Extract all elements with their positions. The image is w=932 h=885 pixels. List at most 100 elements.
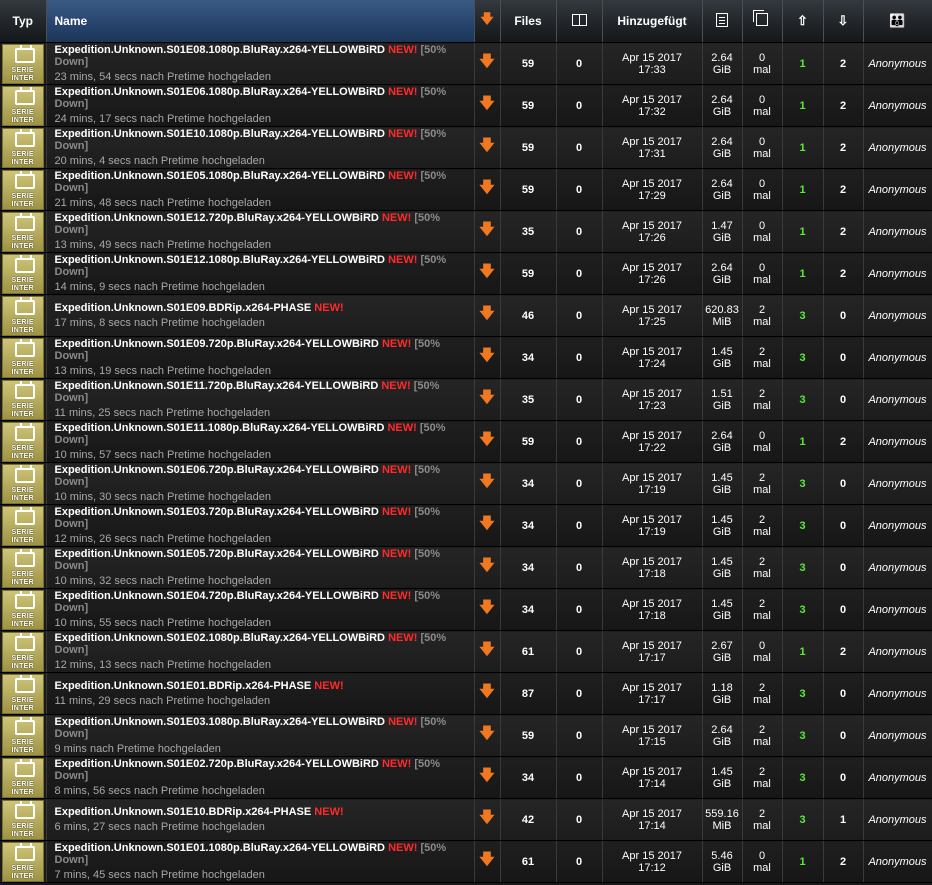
- release-name-link[interactable]: Expedition.Unknown.S01E12.1080p.BluRay.x…: [55, 254, 386, 266]
- snatched-cell[interactable]: 2 mal: [742, 714, 783, 757]
- category-tv-icon[interactable]: SERIE INTER: [1, 589, 44, 630]
- category-cell[interactable]: SERIE INTER: [0, 126, 47, 169]
- seeders-count[interactable]: 3: [782, 588, 824, 631]
- seeders-count[interactable]: 3: [782, 714, 824, 757]
- comments-count[interactable]: 0: [556, 336, 603, 379]
- files-count[interactable]: 34: [500, 462, 557, 505]
- leechers-count[interactable]: 0: [823, 672, 864, 715]
- category-cell[interactable]: SERIE INTER: [0, 84, 47, 127]
- download-arrow-icon[interactable]: 🡇: [479, 137, 494, 154]
- snatched-cell[interactable]: 2 mal: [742, 756, 783, 799]
- leechers-count[interactable]: 2: [823, 252, 864, 295]
- category-tv-icon[interactable]: SERIE INTER: [1, 211, 44, 252]
- files-count[interactable]: 35: [500, 210, 557, 253]
- category-cell[interactable]: SERIE INTER: [0, 210, 47, 253]
- category-cell[interactable]: SERIE INTER: [0, 168, 47, 211]
- release-name-link[interactable]: Expedition.Unknown.S01E12.720p.BluRay.x2…: [55, 212, 379, 224]
- seeders-count[interactable]: 1: [782, 168, 824, 211]
- files-count[interactable]: 59: [500, 126, 557, 169]
- files-count[interactable]: 59: [500, 252, 557, 295]
- files-count[interactable]: 34: [500, 504, 557, 547]
- download-cell[interactable]: 🡇: [474, 714, 501, 757]
- leechers-count[interactable]: 0: [823, 336, 864, 379]
- comments-count[interactable]: 0: [556, 756, 603, 799]
- comments-count[interactable]: 0: [556, 420, 603, 463]
- seeders-count[interactable]: 3: [782, 504, 824, 547]
- release-name-link[interactable]: Expedition.Unknown.S01E06.720p.BluRay.x2…: [55, 464, 379, 476]
- category-cell[interactable]: SERIE INTER: [0, 714, 47, 757]
- category-cell[interactable]: SERIE INTER: [0, 420, 47, 463]
- snatched-cell[interactable]: 0 mal: [742, 420, 783, 463]
- snatched-cell[interactable]: 0 mal: [742, 210, 783, 253]
- comments-count[interactable]: 0: [556, 840, 603, 883]
- category-tv-icon[interactable]: SERIE INTER: [1, 85, 44, 126]
- download-arrow-icon[interactable]: 🡇: [479, 95, 494, 112]
- category-cell[interactable]: SERIE INTER: [0, 630, 47, 673]
- category-cell[interactable]: SERIE INTER: [0, 462, 47, 505]
- category-tv-icon[interactable]: SERIE INTER: [1, 295, 44, 336]
- release-name-link[interactable]: Expedition.Unknown.S01E03.720p.BluRay.x2…: [55, 506, 379, 518]
- download-cell[interactable]: 🡇: [474, 252, 501, 295]
- category-tv-icon[interactable]: SERIE INTER: [1, 631, 44, 672]
- leechers-count[interactable]: 2: [823, 210, 864, 253]
- download-arrow-icon[interactable]: 🡇: [479, 221, 494, 238]
- leechers-count[interactable]: 2: [823, 630, 864, 673]
- snatched-cell[interactable]: 0 mal: [742, 84, 783, 127]
- download-arrow-icon[interactable]: 🡇: [479, 515, 494, 532]
- snatched-cell[interactable]: 2 mal: [742, 504, 783, 547]
- files-count[interactable]: 35: [500, 378, 557, 421]
- seeders-count[interactable]: 1: [782, 42, 824, 85]
- category-tv-icon[interactable]: SERIE INTER: [1, 379, 44, 420]
- column-header-download[interactable]: 🡇: [474, 0, 501, 43]
- download-cell[interactable]: 🡇: [474, 168, 501, 211]
- category-cell[interactable]: SERIE INTER: [0, 840, 47, 883]
- download-arrow-icon[interactable]: 🡇: [479, 389, 494, 406]
- snatched-cell[interactable]: 0 mal: [742, 840, 783, 883]
- snatched-cell[interactable]: 2 mal: [742, 462, 783, 505]
- files-count[interactable]: 34: [500, 756, 557, 799]
- snatched-cell[interactable]: 2 mal: [742, 294, 783, 337]
- leechers-count[interactable]: 0: [823, 588, 864, 631]
- category-tv-icon[interactable]: SERIE INTER: [1, 799, 44, 840]
- seeders-count[interactable]: 1: [782, 630, 824, 673]
- download-arrow-icon[interactable]: 🡇: [479, 557, 494, 574]
- comments-count[interactable]: 0: [556, 462, 603, 505]
- download-cell[interactable]: 🡇: [474, 420, 501, 463]
- download-cell[interactable]: 🡇: [474, 210, 501, 253]
- leechers-count[interactable]: 0: [823, 462, 864, 505]
- download-arrow-icon[interactable]: 🡇: [479, 809, 494, 826]
- snatched-cell[interactable]: 2 mal: [742, 336, 783, 379]
- column-header-uploader[interactable]: 👪: [863, 0, 932, 43]
- download-arrow-icon[interactable]: 🡇: [479, 347, 494, 364]
- files-count[interactable]: 87: [500, 672, 557, 715]
- snatched-cell[interactable]: 0 mal: [742, 252, 783, 295]
- comments-count[interactable]: 0: [556, 294, 603, 337]
- download-cell[interactable]: 🡇: [474, 126, 501, 169]
- comments-count[interactable]: 0: [556, 84, 603, 127]
- seeders-count[interactable]: 1: [782, 252, 824, 295]
- leechers-count[interactable]: 0: [823, 714, 864, 757]
- files-count[interactable]: 59: [500, 42, 557, 85]
- download-cell[interactable]: 🡇: [474, 42, 501, 85]
- leechers-count[interactable]: 0: [823, 294, 864, 337]
- comments-count[interactable]: 0: [556, 546, 603, 589]
- download-cell[interactable]: 🡇: [474, 84, 501, 127]
- comments-count[interactable]: 0: [556, 252, 603, 295]
- category-tv-icon[interactable]: SERIE INTER: [1, 337, 44, 378]
- seeders-count[interactable]: 3: [782, 546, 824, 589]
- category-tv-icon[interactable]: SERIE INTER: [1, 127, 44, 168]
- download-arrow-icon[interactable]: 🡇: [479, 431, 494, 448]
- comments-count[interactable]: 0: [556, 672, 603, 715]
- category-cell[interactable]: SERIE INTER: [0, 336, 47, 379]
- category-cell[interactable]: SERIE INTER: [0, 756, 47, 799]
- release-name-link[interactable]: Expedition.Unknown.S01E11.720p.BluRay.x2…: [55, 380, 379, 392]
- category-cell[interactable]: SERIE INTER: [0, 672, 47, 715]
- snatched-cell[interactable]: 2 mal: [742, 546, 783, 589]
- comments-count[interactable]: 0: [556, 714, 603, 757]
- download-arrow-icon[interactable]: 🡇: [479, 599, 494, 616]
- download-arrow-icon[interactable]: 🡇: [479, 263, 494, 280]
- download-cell[interactable]: 🡇: [474, 840, 501, 883]
- seeders-count[interactable]: 1: [782, 210, 824, 253]
- release-name-link[interactable]: Expedition.Unknown.S01E03.1080p.BluRay.x…: [55, 716, 386, 728]
- seeders-count[interactable]: 1: [782, 126, 824, 169]
